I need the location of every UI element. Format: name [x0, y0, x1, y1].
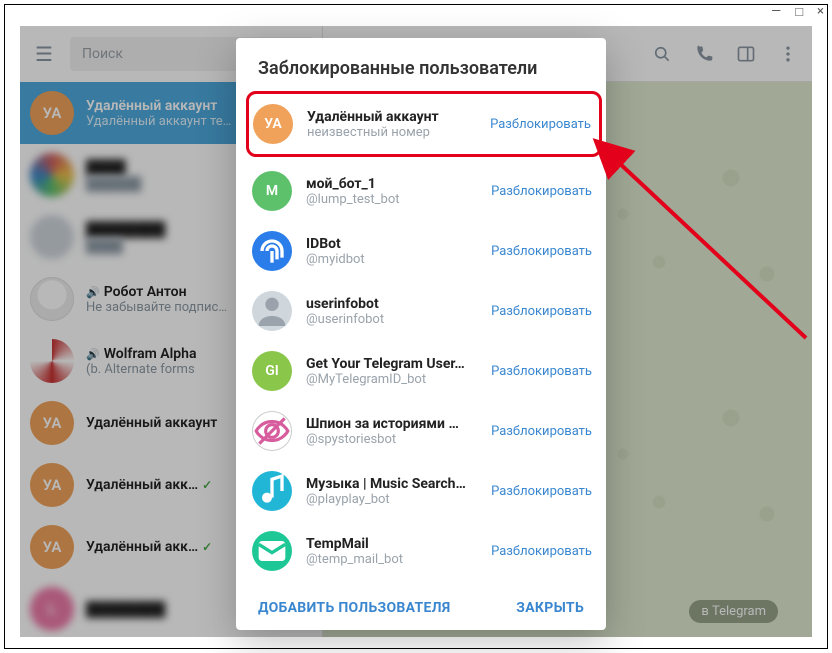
- avatar: GI: [252, 351, 292, 391]
- avatar: [252, 291, 292, 331]
- blocked-user-row: TempMail @temp_mail_bot Разблокировать: [248, 521, 600, 581]
- unblock-button[interactable]: Разблокировать: [491, 424, 592, 439]
- minimize-button[interactable]: —: [771, 4, 781, 20]
- unblock-button[interactable]: Разблокировать: [491, 244, 592, 259]
- blocked-user-row: userinfobot @userinfobot Разблокировать: [248, 281, 600, 341]
- blocked-user-name: IDBot: [306, 236, 477, 252]
- add-user-button[interactable]: ДОБАВИТЬ ПОЛЬЗОВАТЕЛЯ: [258, 600, 450, 616]
- blocked-user-row: GI Get Your Telegram User… @MyTelegramID…: [248, 341, 600, 401]
- blocked-users-dialog: Заблокированные пользователи УА Удалённы…: [236, 38, 606, 630]
- blocked-user-name: Get Your Telegram User…: [306, 356, 477, 372]
- avatar: [252, 471, 292, 511]
- blocked-user-row: М мой_бот_1 @lump_test_bot Разблокироват…: [248, 161, 600, 221]
- unblock-button[interactable]: Разблокировать: [491, 304, 592, 319]
- blocked-user-subtitle: @spystoriesbot: [306, 432, 477, 447]
- unblock-button[interactable]: Разблокировать: [491, 184, 592, 199]
- unblock-button[interactable]: Разблокировать: [491, 484, 592, 499]
- close-window-button[interactable]: ×: [817, 4, 824, 20]
- avatar: М: [252, 171, 292, 211]
- blocked-user-subtitle: @lump_test_bot: [306, 192, 477, 207]
- avatar: [252, 231, 292, 271]
- blocked-user-subtitle: @MyTelegramID_bot: [306, 372, 477, 387]
- dialog-title: Заблокированные пользователи: [236, 38, 606, 89]
- unblock-button[interactable]: Разблокировать: [490, 117, 591, 132]
- maximize-button[interactable]: □: [795, 4, 803, 20]
- avatar: [252, 531, 292, 571]
- blocked-user-name: userinfobot: [306, 296, 477, 312]
- avatar: УА: [253, 104, 293, 144]
- blocked-user-row: Музыка | Music Search… @playplay_bot Раз…: [248, 461, 600, 521]
- unblock-button[interactable]: Разблокировать: [491, 364, 592, 379]
- blocked-user-row: УА Удалённый аккаунт неизвестный номер Р…: [246, 91, 602, 157]
- unblock-button[interactable]: Разблокировать: [491, 544, 592, 559]
- blocked-user-name: мой_бот_1: [306, 176, 477, 192]
- blocked-user-name: Удалённый аккаунт: [307, 109, 476, 125]
- blocked-user-subtitle: неизвестный номер: [307, 125, 476, 140]
- blocked-user-subtitle: @playplay_bot: [306, 492, 477, 507]
- close-dialog-button[interactable]: ЗАКРЫТЬ: [516, 600, 584, 616]
- window-controls: — □ ×: [771, 4, 824, 20]
- blocked-user-name: TempMail: [306, 536, 477, 552]
- blocked-user-subtitle: @myidbot: [306, 252, 477, 267]
- blocked-user-name: Музыка | Music Search…: [306, 476, 477, 492]
- blocked-user-name: Шпион за историями …: [306, 416, 477, 432]
- blocked-user-row: IDBot @myidbot Разблокировать: [248, 221, 600, 281]
- avatar: [252, 411, 292, 451]
- blocked-user-subtitle: @temp_mail_bot: [306, 552, 477, 567]
- blocked-user-row: Шпион за историями … @spystoriesbot Разб…: [248, 401, 600, 461]
- blocked-user-subtitle: @userinfobot: [306, 312, 477, 327]
